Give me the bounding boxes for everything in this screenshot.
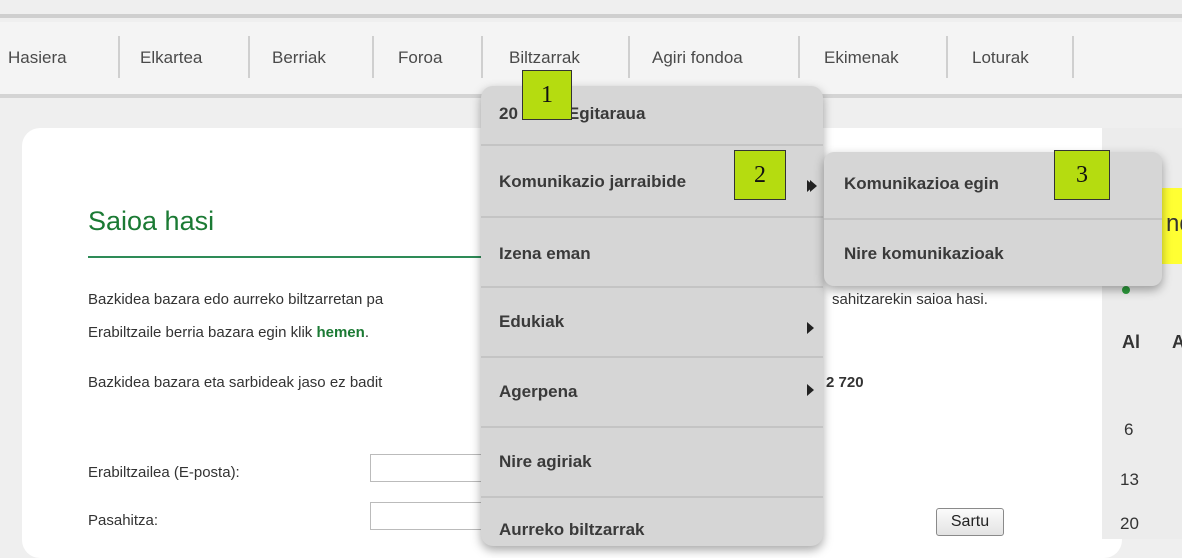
- login-intro-line1: Bazkidea bazara edo aurreko biltzarretan…: [88, 291, 384, 308]
- user-label: Erabiltzailea (E-posta):: [88, 464, 240, 481]
- login-info-line-end: 2 720: [826, 374, 864, 391]
- nav-item-elkartea[interactable]: Elkartea: [140, 48, 202, 68]
- submit-button[interactable]: Sartu: [936, 508, 1004, 536]
- menu-separator: [481, 356, 823, 358]
- menu-separator: [481, 216, 823, 218]
- step-marker-3: 3: [1054, 150, 1110, 200]
- nav-item-hasiera[interactable]: Hasiera: [8, 48, 67, 68]
- menu-item-izena-eman[interactable]: Izena eman: [499, 244, 591, 264]
- nav-item-ekimenak[interactable]: Ekimenak: [824, 48, 899, 68]
- submenu-arrow-icon: [807, 384, 814, 396]
- nav-item-agiri-fondoa[interactable]: Agiri fondoa: [652, 48, 743, 68]
- login-intro-line2: Erabiltzaile berria bazara egin klik hem…: [88, 324, 369, 341]
- menu-separator: [481, 496, 823, 498]
- login-intro-line1-end: sahitzarekin saioa hasi.: [832, 291, 988, 308]
- komunikazio-submenu: Komunikazioa egin Nire komunikazioak: [810, 152, 1162, 286]
- menu-separator: [481, 144, 823, 146]
- leaf-icon: [1122, 286, 1130, 294]
- menu-item-egitaraua[interactable]: 20 Egitaraua: [499, 104, 645, 124]
- menu-item-komunikazio-jarraibideak[interactable]: Komunikazio jarraibide: [499, 172, 686, 192]
- menu-separator: [481, 286, 823, 288]
- nav-separator: [628, 36, 630, 78]
- step-marker-2: 2: [734, 150, 786, 200]
- login-info-line: Bazkidea bazara eta sarbideak jaso ez ba…: [88, 374, 383, 391]
- calendar-header-2: A: [1172, 332, 1182, 352]
- menu-separator: [481, 426, 823, 428]
- calendar-header: Al: [1122, 332, 1140, 352]
- nav-separator: [481, 36, 483, 78]
- menu-item-egitaraua-year: 20: [499, 104, 518, 123]
- calendar-day[interactable]: 13: [1120, 470, 1139, 490]
- nav-separator: [1072, 36, 1074, 78]
- menu-item-egitaraua-label: Egitaraua: [567, 104, 646, 123]
- top-border-line: [0, 14, 1182, 18]
- nav-item-biltzarrak[interactable]: Biltzarrak: [509, 48, 580, 68]
- register-prompt-end: .: [364, 324, 369, 341]
- nav-separator: [798, 36, 800, 78]
- nav-separator: [372, 36, 374, 78]
- menu-item-edukiak[interactable]: Edukiak: [499, 312, 564, 332]
- page-title: Saioa hasi: [88, 206, 215, 236]
- user-email-input[interactable]: [370, 454, 496, 482]
- register-link[interactable]: hemen: [316, 324, 364, 341]
- menu-item-agerpena[interactable]: Agerpena: [499, 382, 577, 402]
- submenu-item-nire-komunikazioak[interactable]: Nire komunikazioak: [844, 244, 1004, 264]
- menu-item-nire-agiriak[interactable]: Nire agiriak: [499, 452, 592, 472]
- side-heading-partial: nd: [1166, 210, 1182, 237]
- menu-item-aurreko-biltzarrak[interactable]: Aurreko biltzarrak: [499, 520, 645, 540]
- nav-separator: [118, 36, 120, 78]
- nav-separator: [946, 36, 948, 78]
- submenu-pointer-icon: [810, 180, 817, 192]
- nav-item-berriak[interactable]: Berriak: [272, 48, 326, 68]
- submenu-item-komunikazioa-egin[interactable]: Komunikazioa egin: [844, 174, 999, 194]
- menu-separator: [824, 218, 1162, 220]
- register-prompt: Erabiltzaile berria bazara egin klik: [88, 324, 317, 341]
- calendar-day[interactable]: 20: [1120, 514, 1139, 534]
- password-input[interactable]: [370, 502, 496, 530]
- nav-item-loturak[interactable]: Loturak: [972, 48, 1029, 68]
- password-label: Pasahitza:: [88, 512, 159, 529]
- nav-item-foroa[interactable]: Foroa: [398, 48, 442, 68]
- calendar-day[interactable]: 6: [1124, 420, 1133, 440]
- nav-separator: [248, 36, 250, 78]
- submenu-arrow-icon: [807, 322, 814, 334]
- step-marker-1: 1: [522, 70, 572, 120]
